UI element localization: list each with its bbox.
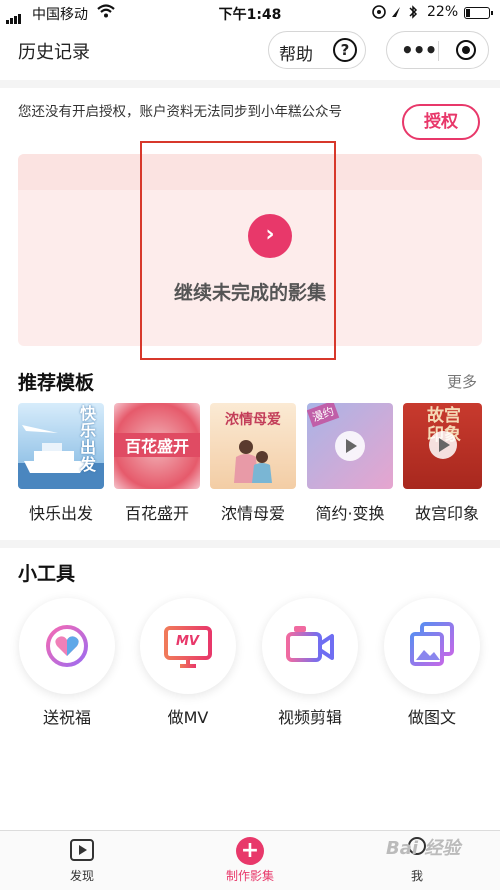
template-art-text: 漫约 xyxy=(307,403,340,428)
tool-label[interactable]: 做图文 xyxy=(372,704,492,728)
video-camera-icon xyxy=(286,626,334,662)
template-label[interactable]: 百花盛开 xyxy=(107,500,207,524)
status-bar: 中国移动 下午1:48 22% xyxy=(0,0,500,26)
templates-title: 推荐模板 xyxy=(18,372,95,394)
mv-icon-text: MV xyxy=(176,634,199,649)
battery-icon xyxy=(464,7,493,19)
tab-me[interactable]: 我 xyxy=(367,867,467,884)
help-label: 帮助 xyxy=(279,45,313,65)
section-divider xyxy=(0,80,500,88)
status-time: 下午1:48 xyxy=(218,7,282,23)
template-art-text: 浓情母爱 xyxy=(225,412,281,428)
template-thumb-gugong[interactable]: 故宫印象 xyxy=(403,403,482,489)
template-thumb-kuaile[interactable]: 快乐出发 xyxy=(18,403,104,489)
miniprogram-capsule: ••• xyxy=(386,31,489,69)
template-label[interactable]: 故宫印象 xyxy=(397,500,497,524)
close-miniprogram-icon[interactable] xyxy=(456,40,476,60)
template-art-text: 百花盛开 xyxy=(114,433,200,457)
watermark-logo: Bai 经验 xyxy=(386,838,461,859)
plus-icon[interactable]: + xyxy=(236,837,264,865)
mother-child-image xyxy=(234,440,272,483)
more-menu-button[interactable]: ••• xyxy=(401,38,437,62)
tools-title: 小工具 xyxy=(18,563,76,585)
tool-label[interactable]: 送祝福 xyxy=(7,704,127,728)
video-edit-button[interactable] xyxy=(262,598,358,694)
play-icon[interactable] xyxy=(70,839,94,861)
image-gallery-icon xyxy=(410,622,454,666)
template-art-text: 快乐出发 xyxy=(80,404,97,474)
play-icon xyxy=(429,431,457,459)
template-label[interactable]: 浓情母爱 xyxy=(203,500,303,524)
tool-label[interactable]: 做MV xyxy=(128,704,248,728)
tool-label[interactable]: 视频剪辑 xyxy=(250,704,370,728)
authorize-button[interactable]: 授权 xyxy=(402,104,480,140)
help-button[interactable]: 帮助 ? xyxy=(268,31,366,69)
play-icon xyxy=(335,431,365,461)
make-post-button[interactable] xyxy=(384,598,480,694)
annotation-highlight-box xyxy=(140,141,336,360)
heart-bubble-icon xyxy=(46,625,88,667)
tab-discover[interactable]: 发现 xyxy=(32,867,132,884)
history-title[interactable]: 历史记录 xyxy=(18,38,90,64)
question-icon: ? xyxy=(333,38,357,62)
auth-notice: 您还没有开启授权，账户资料无法同步到小年糕公众号 xyxy=(18,104,342,120)
template-label[interactable]: 快乐出发 xyxy=(11,500,111,524)
template-thumb-muai[interactable]: 浓情母爱 xyxy=(210,403,296,489)
make-mv-button[interactable]: MV xyxy=(140,598,236,694)
capsule-divider xyxy=(438,41,439,61)
system-status-icons xyxy=(372,4,424,24)
more-templates-link[interactable]: 更多 xyxy=(447,371,477,392)
tab-create-album[interactable]: 制作影集 xyxy=(200,867,300,884)
send-blessing-button[interactable] xyxy=(19,598,115,694)
section-divider xyxy=(0,540,500,548)
template-thumb-baihua[interactable]: 百花盛开 xyxy=(114,403,200,489)
template-label[interactable]: 简约·变换 xyxy=(300,500,400,524)
battery-percent: 22% xyxy=(427,4,459,20)
template-thumb-jianyue[interactable]: 漫约 xyxy=(307,403,393,489)
